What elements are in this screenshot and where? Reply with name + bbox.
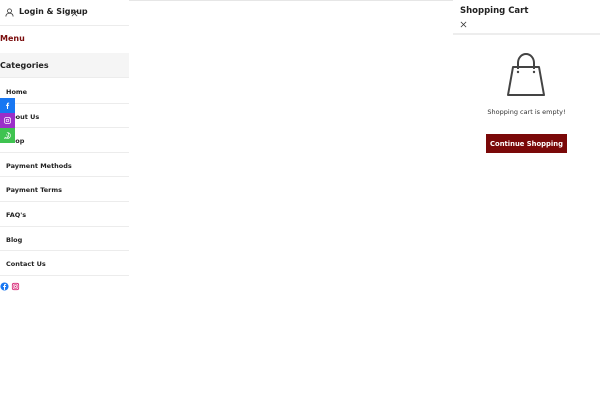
tab-categories-label: Categories — [0, 61, 49, 70]
share-instagram-button[interactable] — [0, 113, 15, 128]
nav-item-home[interactable]: Home — [0, 79, 129, 104]
nav-item-label: FAQ's — [6, 210, 27, 219]
cart-divider — [453, 33, 600, 35]
cart-empty-message: Shopping cart is empty! — [487, 108, 566, 116]
close-icon[interactable] — [71, 10, 78, 17]
login-row[interactable]: Login & Signup — [0, 0, 129, 26]
nav-item-payment-methods[interactable]: Payment Methods — [0, 153, 129, 178]
whatsapp-icon — [4, 132, 11, 139]
close-icon[interactable] — [460, 21, 467, 28]
nav-item-label: Contact Us — [6, 260, 46, 269]
nav-item-payment-terms[interactable]: Payment Terms — [0, 177, 129, 202]
instagram-icon — [4, 117, 11, 124]
nav-item-blog[interactable]: Blog — [0, 227, 129, 252]
cart-title: Shopping Cart — [460, 6, 529, 16]
nav-item-about-us[interactable]: About Us — [0, 104, 129, 129]
nav-item-shop[interactable]: Shop — [0, 128, 129, 153]
facebook-icon — [6, 102, 10, 109]
share-whatsapp-button[interactable] — [0, 128, 15, 143]
continue-shopping-button[interactable]: Continue Shopping — [486, 134, 567, 153]
user-icon — [5, 8, 14, 17]
shopping-bag-icon — [507, 52, 545, 96]
nav-item-label: Payment Terms — [6, 186, 63, 195]
nav-item-faqs[interactable]: FAQ's — [0, 202, 129, 227]
shopping-cart-panel: Shopping Cart Shopping cart is empty! Co… — [453, 0, 600, 400]
nav-item-label: Payment Methods — [6, 161, 72, 170]
instagram-icon[interactable] — [11, 282, 20, 291]
tab-menu[interactable]: Menu — [0, 34, 25, 43]
share-facebook-button[interactable] — [0, 98, 15, 113]
nav-item-label: Home — [6, 88, 28, 96]
nav-item-label: Blog — [6, 235, 23, 244]
facebook-icon[interactable] — [0, 282, 9, 291]
nav-list: Home About Us Shop Payment Methods Payme… — [0, 79, 129, 276]
tab-categories[interactable]: Categories — [0, 53, 129, 78]
mobile-menu-panel: Login & Signup Menu Categories Home Abou… — [0, 0, 129, 400]
nav-item-contact-us[interactable]: Contact Us — [0, 251, 129, 276]
floating-share-bar — [0, 98, 15, 143]
